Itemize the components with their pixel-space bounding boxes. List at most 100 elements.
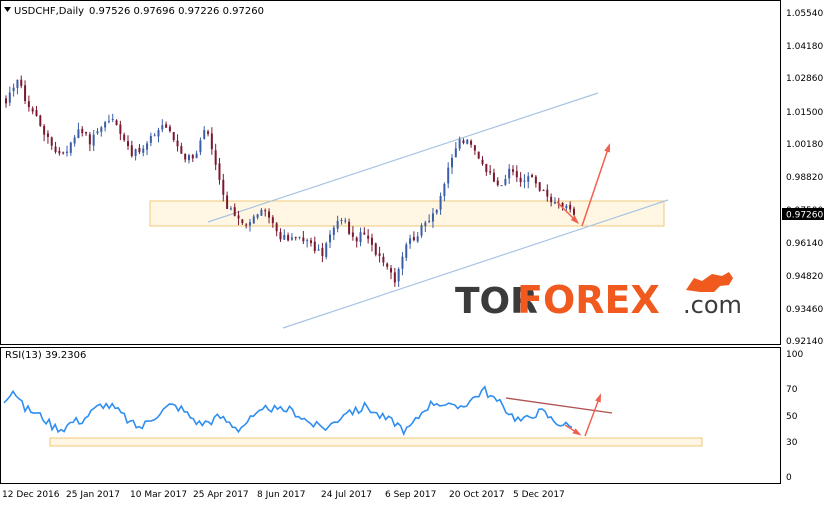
price-tick: 0.94820 bbox=[786, 272, 823, 282]
logo-text-com: .com bbox=[683, 291, 742, 319]
candle-body bbox=[283, 234, 286, 240]
rsi-level: 0 bbox=[786, 473, 792, 483]
rsi-level: 70 bbox=[786, 385, 798, 395]
candle-body bbox=[294, 237, 297, 239]
time-label: 12 Dec 2016 bbox=[2, 490, 60, 500]
candle-body bbox=[386, 263, 389, 267]
time-label: 8 Jun 2017 bbox=[257, 490, 305, 500]
candle-body bbox=[20, 79, 23, 86]
candle-body bbox=[470, 140, 473, 145]
candle-body bbox=[462, 140, 465, 143]
candle-body bbox=[519, 177, 522, 183]
candle-body bbox=[119, 124, 122, 134]
candle-body bbox=[496, 180, 499, 186]
candle-body bbox=[538, 182, 541, 191]
candle-body bbox=[157, 130, 160, 137]
candle bbox=[466, 138, 469, 145]
candle-body bbox=[256, 214, 259, 218]
candle-body bbox=[92, 134, 95, 146]
candle-body bbox=[214, 150, 217, 165]
candle-body bbox=[271, 217, 274, 224]
candle-body bbox=[424, 222, 427, 227]
candle bbox=[477, 151, 480, 160]
candle-body bbox=[210, 133, 213, 150]
candle-body bbox=[81, 128, 84, 134]
candle-body bbox=[39, 115, 42, 126]
candle-body bbox=[393, 272, 396, 283]
candle-body bbox=[176, 140, 179, 147]
svg-text:0.97260: 0.97260 bbox=[786, 211, 823, 221]
candle-body bbox=[138, 147, 141, 153]
candle-body bbox=[401, 256, 404, 269]
candle-body bbox=[241, 219, 244, 224]
candle-body bbox=[329, 234, 332, 243]
candle-body bbox=[58, 150, 61, 154]
candle-body bbox=[203, 130, 206, 140]
candle-body bbox=[439, 196, 442, 210]
candle-body bbox=[374, 243, 377, 255]
candle-body bbox=[245, 224, 248, 226]
candle-body bbox=[275, 223, 278, 232]
candle-body bbox=[370, 237, 373, 245]
candle-body bbox=[31, 108, 34, 112]
candle-body bbox=[199, 140, 202, 153]
candle-body bbox=[485, 163, 488, 173]
candle-body bbox=[130, 145, 133, 157]
candle-body bbox=[550, 196, 553, 203]
candle-body bbox=[573, 208, 575, 215]
rsi-support-zone[interactable] bbox=[49, 437, 703, 447]
candle-body bbox=[27, 101, 30, 108]
candle-body bbox=[492, 172, 495, 182]
candle-body bbox=[565, 205, 568, 209]
candle-body bbox=[191, 155, 194, 159]
time-axis[interactable]: 12 Dec 2016 25 Jan 2017 10 Mar 2017 25 A… bbox=[2, 490, 565, 500]
candle-body bbox=[146, 143, 149, 150]
candle-body bbox=[409, 238, 412, 244]
trading-chart[interactable]: USDCHF,Daily 0.97526 0.97696 0.97226 0.9… bbox=[0, 0, 824, 504]
candle-body bbox=[73, 137, 76, 144]
candle-body bbox=[24, 85, 27, 101]
candle-body bbox=[508, 168, 511, 179]
candle-body bbox=[12, 87, 15, 92]
candle-body bbox=[355, 237, 358, 242]
candle-body bbox=[62, 152, 65, 154]
time-label: 25 Jan 2017 bbox=[66, 490, 120, 500]
candle-body bbox=[359, 232, 362, 243]
candle-body bbox=[16, 79, 19, 88]
candle-body bbox=[569, 204, 572, 210]
main-plot-area[interactable] bbox=[0, 0, 781, 345]
rsi-axis[interactable]: 100 70 50 30 0 bbox=[786, 350, 803, 483]
candle-body bbox=[252, 216, 255, 224]
candle-body bbox=[104, 122, 107, 128]
time-label: 25 Apr 2017 bbox=[193, 490, 249, 500]
candle-body bbox=[523, 180, 526, 182]
time-label: 6 Sep 2017 bbox=[385, 490, 436, 500]
current-price-tag: 0.97260 bbox=[782, 208, 824, 221]
candle-body bbox=[50, 137, 53, 146]
candle-body bbox=[264, 210, 267, 212]
rsi-level: 50 bbox=[786, 412, 798, 422]
candle-body bbox=[187, 155, 190, 161]
candle-body bbox=[65, 151, 68, 153]
candle-body bbox=[477, 151, 480, 159]
candle-body bbox=[142, 148, 145, 153]
candle-body bbox=[287, 235, 290, 241]
rsi-plot-area[interactable] bbox=[0, 347, 781, 484]
price-axis[interactable]: 1.05540 1.04180 1.02860 1.01500 1.00180 … bbox=[786, 9, 823, 347]
candle-body bbox=[466, 139, 469, 144]
candle-body bbox=[115, 120, 118, 126]
candle-body bbox=[134, 149, 137, 156]
time-label: 5 Dec 2017 bbox=[513, 490, 565, 500]
candle-body bbox=[69, 142, 72, 153]
candle bbox=[500, 185, 503, 187]
candle-body bbox=[77, 129, 80, 139]
candle-body bbox=[96, 131, 99, 134]
candle-body bbox=[447, 167, 450, 184]
symbol-label: USDCHF,Daily bbox=[14, 6, 84, 17]
candle-body bbox=[348, 221, 351, 234]
candle-body bbox=[111, 118, 114, 120]
candle-body bbox=[184, 153, 187, 160]
rsi-label: RSI(13) 39.2306 bbox=[5, 350, 86, 361]
candle-body bbox=[222, 179, 225, 195]
time-label: 24 Jul 2017 bbox=[321, 490, 372, 500]
